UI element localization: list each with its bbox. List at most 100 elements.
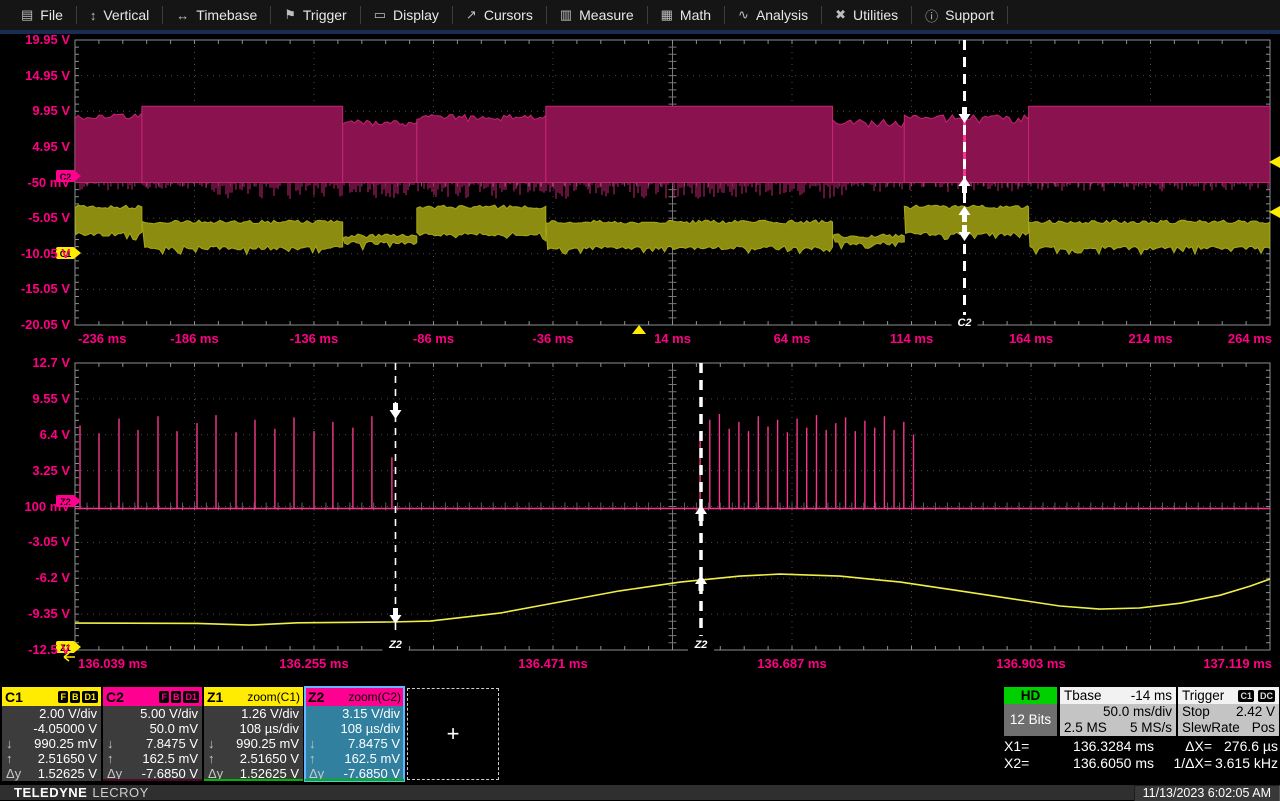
x-axis-tick-label: -236 ms (78, 331, 168, 346)
trace-row-prefix: ↑ (107, 751, 129, 766)
main-grid-cursor[interactable]: C2 (952, 40, 978, 329)
c1-trace[interactable] (75, 205, 1270, 255)
trace-panel-header-c1[interactable]: C1FBD1 (2, 687, 101, 706)
x-axis-tick-label: -86 ms (389, 331, 479, 346)
trigger-level-marker[interactable] (1269, 156, 1280, 168)
trace-row-value: 162.5 mV (129, 751, 198, 766)
menu-item-vertical[interactable]: ↕Vertical (77, 0, 162, 30)
trace-row-value: 108 µs/div (331, 721, 400, 736)
y-axis-tick-label: 100 mV (0, 499, 70, 514)
y-axis-tick-label: -9.35 V (0, 606, 70, 621)
menu-item-measure[interactable]: ▥Measure (547, 0, 647, 30)
timebase-title: Tbase (1064, 688, 1102, 703)
trace-badge-f: F (58, 691, 68, 703)
trace-row-prefix: ↓ (208, 736, 230, 751)
trace-row-prefix (107, 706, 129, 721)
hd-panel-header: HD (1004, 687, 1057, 704)
timebase-panel[interactable]: Tbase -14 ms 50.0 ms/div 2.5 MS 5 MS/s (1060, 687, 1176, 736)
y-axis-tick-label: 3.25 V (0, 463, 70, 478)
trace-row-value: 2.51650 V (230, 751, 299, 766)
trace-panel-c2[interactable]: C2FBD15.00 V/div50.0 mV↓7.8475 V↑162.5 m… (103, 687, 202, 781)
trace-row-value: 108 µs/div (230, 721, 299, 736)
waveform-display: C2 Z2 Z2 C2 C1 Z2 Z1 (0, 0, 1280, 686)
z2-trace[interactable] (75, 414, 1270, 509)
z2-channel-marker[interactable]: Z2 (56, 495, 81, 507)
plus-icon: + (447, 721, 460, 747)
trigger-coupling-badge: DC (1258, 690, 1275, 702)
hd-panel[interactable]: HD 12 Bits (1004, 687, 1057, 736)
trace-panel-header-z1[interactable]: Z1zoom(C1) (204, 687, 303, 706)
add-trace-box[interactable]: + (407, 688, 499, 780)
timebase-panel-body: 50.0 ms/div 2.5 MS 5 MS/s (1060, 704, 1176, 736)
brand-logo: TELEDYNELECROY (14, 785, 149, 800)
trace-badge-b: B (70, 691, 81, 703)
trace-panel-row: ↓990.25 mV (204, 736, 303, 751)
menu-item-trigger[interactable]: ⚑ Trigger (271, 0, 359, 30)
measure-icon: ▥ (560, 7, 572, 23)
menu-item-cursors[interactable]: ↗Cursors (453, 0, 546, 30)
menu-item-display[interactable]: ▭Display (361, 0, 452, 30)
trace-panel-row: 5.00 V/div (103, 706, 202, 721)
svg-text:C1: C1 (60, 249, 72, 259)
utilities-icon: ✖ (835, 7, 846, 23)
trigger-icon: ⚑ (284, 7, 296, 23)
trace-panel-header-c2[interactable]: C2FBD1 (103, 687, 202, 706)
trace-panel-row: 2.00 V/div (2, 706, 101, 721)
x2-label: X2= (1004, 755, 1044, 772)
menu-item-math[interactable]: ▦Math (648, 0, 724, 30)
y-axis-tick-label: -12.5 V (0, 642, 70, 657)
vertical-icon: ↕ (90, 8, 97, 23)
hd-bits-value: 12 Bits (1004, 704, 1057, 736)
svg-text:Z2: Z2 (60, 497, 71, 507)
c2-channel-marker[interactable]: C2 (56, 170, 81, 182)
menu-item-utilities[interactable]: ✖Utilities (822, 0, 911, 30)
zoom-cursor-x2[interactable]: Z2 (688, 363, 714, 651)
x-axis-tick-label: 114 ms (867, 331, 957, 346)
trace-panel-row: ↑162.5 mV (305, 751, 404, 766)
timebase-rate: 50.0 ms/div (1064, 704, 1172, 720)
trace-row-prefix (6, 721, 28, 736)
trace-id-label: C1 (5, 689, 23, 705)
trace-badge-f: F (159, 691, 169, 703)
c1-channel-marker[interactable]: C1 (56, 247, 81, 259)
trace-panel-c1[interactable]: C1FBD12.00 V/div-4.05000 V↓990.25 mV↑2.5… (2, 687, 101, 781)
trace-panel-z1[interactable]: Z1zoom(C1)1.26 V/div108 µs/div↓990.25 mV… (204, 687, 303, 781)
trace-row-value: 162.5 mV (331, 751, 400, 766)
menu-item-support[interactable]: ⓘSupport (912, 0, 1007, 30)
y-axis-tick-label: -20.05 V (0, 317, 70, 332)
zoom-cursor-x1[interactable]: Z2 (383, 363, 409, 651)
analysis-icon: ∿ (738, 7, 749, 23)
menu-item-analysis[interactable]: ∿ Analysis (725, 0, 821, 30)
trace-panel-z2[interactable]: Z2zoom(C2)3.15 V/div108 µs/div↓7.8475 V↑… (305, 687, 404, 781)
trace-panel-row: ↑162.5 mV (103, 751, 202, 766)
timebase-panel-header: Tbase -14 ms (1060, 687, 1176, 704)
c2-trace[interactable] (75, 106, 1270, 199)
z1-channel-marker[interactable]: Z1 (56, 641, 81, 653)
menu-item-file[interactable]: ▤File (8, 0, 76, 30)
trace-panel-row: 3.15 V/div (305, 706, 404, 721)
file-icon: ▤ (21, 7, 33, 23)
trace-panel-header-z2[interactable]: Z2zoom(C2) (305, 687, 404, 706)
trace-status-underline (204, 779, 303, 781)
y-axis-tick-label: 6.4 V (0, 427, 70, 442)
trigger-time-marker[interactable] (632, 325, 646, 334)
menu-item-label: Trigger (303, 7, 347, 23)
x-axis-tick-label: 136.039 ms (78, 656, 168, 671)
trigger-level-marker-2[interactable] (1269, 206, 1280, 218)
y-axis-tick-label: 19.95 V (0, 32, 70, 47)
x2-value: 136.6050 ms (1044, 755, 1154, 772)
timebase-sample-rate: 5 MS/s (1130, 720, 1172, 736)
trace-row-prefix: ↓ (107, 736, 129, 751)
trace-row-value: 2.51650 V (28, 751, 97, 766)
dx-value: 276.6 µs (1212, 738, 1278, 755)
trace-id-label: Z1 (207, 689, 223, 705)
menu-item-label: Analysis (756, 7, 808, 23)
z1-trace[interactable] (75, 574, 1270, 625)
menu-item-timebase[interactable]: ↔Timebase (163, 0, 270, 30)
y-axis-tick-label: 12.7 V (0, 355, 70, 370)
x-axis-tick-label: 14 ms (628, 331, 718, 346)
trigger-panel[interactable]: Trigger C1 DC Stop 2.42 V SlewRate Pos (1178, 687, 1279, 736)
trace-panel-row: 1.26 V/div (204, 706, 303, 721)
menu-item-label: Display (393, 7, 439, 23)
trace-row-prefix (107, 721, 129, 736)
